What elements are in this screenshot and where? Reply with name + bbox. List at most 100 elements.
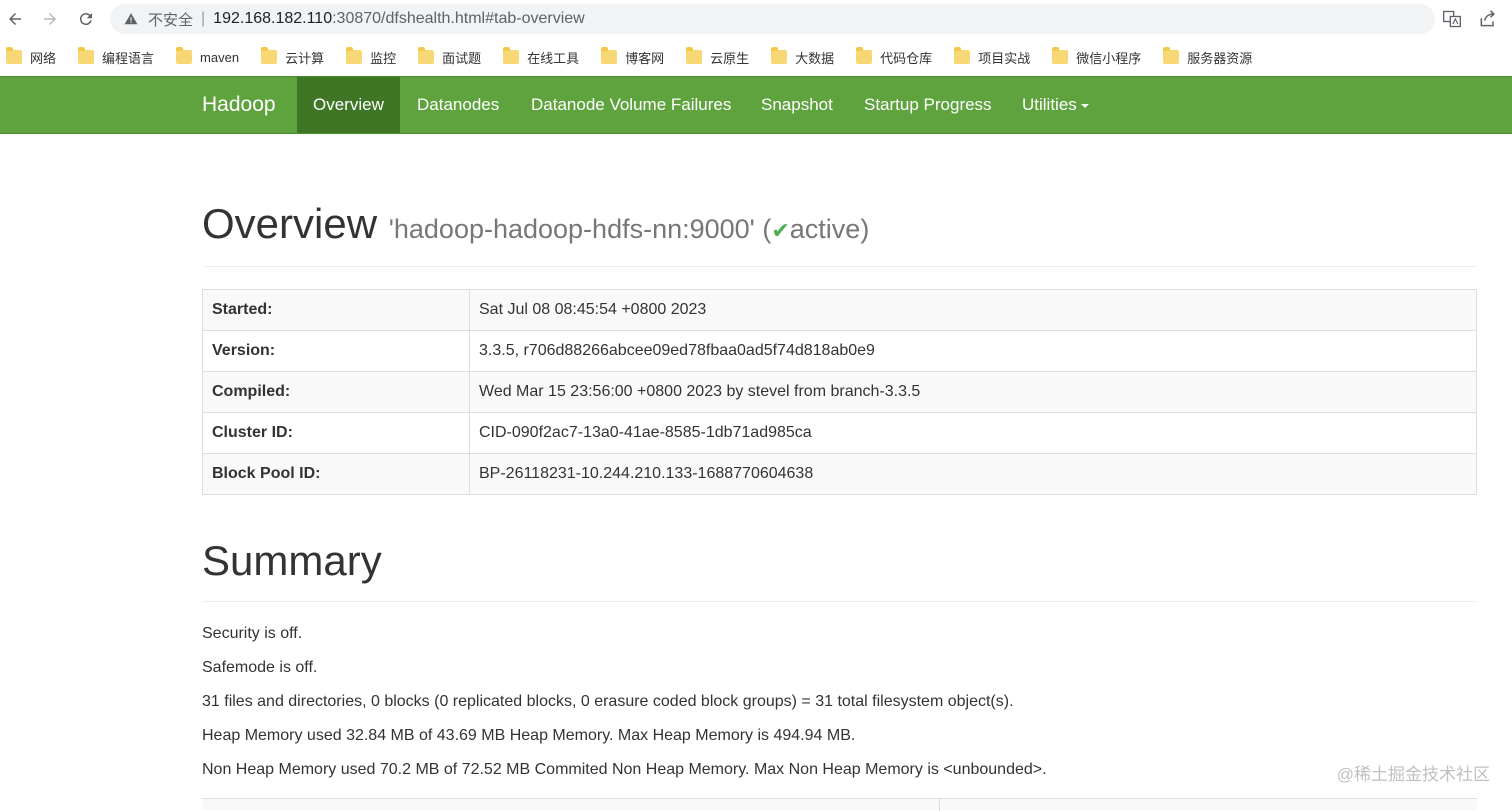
bookmark-folder[interactable]: 云计算	[261, 48, 324, 67]
bookmark-label: 服务器资源	[1187, 48, 1252, 67]
overview-table: Started:Sat Jul 08 08:45:54 +0800 2023 V…	[202, 289, 1477, 495]
table-row: Cluster ID:CID-090f2ac7-13a0-41ae-8585-1…	[203, 413, 1477, 454]
bookmark-label: 监控	[370, 48, 396, 67]
row-key: Compiled:	[203, 372, 470, 413]
table-row: Started:Sat Jul 08 08:45:54 +0800 2023	[203, 290, 1477, 331]
row-key: Block Pool ID:	[203, 454, 470, 495]
arrow-left-icon	[6, 10, 24, 28]
bookmark-folder[interactable]: 项目实战	[954, 48, 1030, 67]
bookmark-label: 云计算	[285, 48, 324, 67]
watermark: @稀土掘金技术社区	[1337, 760, 1490, 785]
bookmark-folder[interactable]: 博客网	[601, 48, 664, 67]
bookmark-folder[interactable]: 编程语言	[78, 48, 154, 67]
column-divider	[939, 799, 940, 811]
summary-line: 31 files and directories, 0 blocks (0 re…	[202, 692, 1477, 712]
summary-table-top	[202, 798, 1477, 810]
namenode-host: 'hadoop-hadoop-hdfs-nn:9000'	[389, 214, 755, 244]
row-key: Version:	[203, 331, 470, 372]
bookmark-label: 编程语言	[102, 48, 154, 67]
back-button[interactable]	[0, 4, 30, 34]
folder-icon	[176, 50, 192, 64]
bookmark-label: 代码仓库	[880, 48, 932, 67]
tab-startup-progress[interactable]: Startup Progress	[848, 77, 1008, 133]
table-row: Block Pool ID:BP-26118231-10.244.210.133…	[203, 454, 1477, 495]
folder-icon	[1163, 50, 1179, 64]
arrow-right-icon	[41, 10, 59, 28]
folder-icon	[78, 50, 94, 64]
reload-icon	[77, 10, 95, 28]
bookmark-folder[interactable]: 代码仓库	[856, 48, 932, 67]
folder-icon	[954, 50, 970, 64]
tab-overview[interactable]: Overview	[297, 77, 400, 133]
bookmark-folder[interactable]: 微信小程序	[1052, 48, 1141, 67]
brand-link[interactable]: Hadoop	[202, 93, 276, 117]
folder-icon	[601, 50, 617, 64]
share-icon[interactable]	[1478, 9, 1498, 29]
browser-toolbar: 不安全 | 192.168.182.110 :30870/dfshealth.h…	[0, 0, 1512, 38]
bookmark-folder[interactable]: 面试题	[418, 48, 481, 67]
folder-icon	[1052, 50, 1068, 64]
folder-icon	[771, 50, 787, 64]
folder-icon	[261, 50, 277, 64]
bookmark-label: 云原生	[710, 48, 749, 67]
namenode-subtitle: 'hadoop-hadoop-hdfs-nn:9000' (✔active)	[389, 214, 870, 244]
row-value: Wed Mar 15 23:56:00 +0800 2023 by stevel…	[470, 372, 1477, 413]
bookmark-label: 微信小程序	[1076, 48, 1141, 67]
tab-datanodes[interactable]: Datanodes	[401, 77, 515, 133]
bookmark-label: 面试题	[442, 48, 481, 67]
bookmark-label: 博客网	[625, 48, 664, 67]
utilities-label: Utilities	[1022, 95, 1077, 114]
address-bar[interactable]: 不安全 | 192.168.182.110 :30870/dfshealth.h…	[110, 4, 1435, 34]
folder-icon	[418, 50, 434, 64]
bookmark-folder[interactable]: 在线工具	[503, 48, 579, 67]
row-value: BP-26118231-10.244.210.133-1688770604638	[470, 454, 1477, 495]
namenode-state: active	[790, 214, 861, 244]
bookmark-label: 项目实战	[978, 48, 1030, 67]
reload-button[interactable]	[71, 4, 101, 34]
url-path: :30870/dfshealth.html#tab-overview	[332, 10, 585, 28]
bookmark-folder[interactable]: 网络	[6, 48, 56, 67]
bookmark-folder[interactable]: maven	[176, 50, 239, 65]
bookmark-folder[interactable]: 监控	[346, 48, 396, 67]
summary-line: Security is off.	[202, 624, 1477, 644]
tab-snapshot[interactable]: Snapshot	[745, 77, 849, 133]
insecure-label: 不安全	[148, 9, 193, 30]
bookmark-folder[interactable]: 大数据	[771, 48, 834, 67]
close-paren: )	[860, 214, 869, 244]
page-title-text: Overview	[202, 200, 377, 247]
translate-icon[interactable]	[1442, 9, 1462, 29]
bookmark-label: 网络	[30, 48, 56, 67]
bookmark-folder[interactable]: 云原生	[686, 48, 749, 67]
row-key: Cluster ID:	[203, 413, 470, 454]
folder-icon	[686, 50, 702, 64]
summary-line: Heap Memory used 32.84 MB of 43.69 MB He…	[202, 726, 1477, 746]
bookmark-label: 在线工具	[527, 48, 579, 67]
separator: |	[201, 10, 205, 28]
folder-icon	[6, 50, 22, 64]
summary-line: Non Heap Memory used 70.2 MB of 72.52 MB…	[202, 760, 1477, 780]
overview-header: Overview 'hadoop-hadoop-hdfs-nn:9000' (✔…	[202, 200, 1477, 267]
row-value: CID-090f2ac7-13a0-41ae-8585-1db71ad985ca	[470, 413, 1477, 454]
caret-down-icon	[1081, 104, 1089, 108]
table-row: Version:3.3.5, r706d88266abcee09ed78fbaa…	[203, 331, 1477, 372]
hadoop-navbar: Hadoop Overview Datanodes Datanode Volum…	[0, 76, 1512, 134]
url-host: 192.168.182.110	[213, 10, 332, 28]
bookmark-label: 大数据	[795, 48, 834, 67]
bookmark-folder[interactable]: 服务器资源	[1163, 48, 1252, 67]
check-icon: ✔	[771, 218, 789, 243]
warning-icon	[124, 12, 138, 26]
open-paren: (	[762, 214, 771, 244]
folder-icon	[346, 50, 362, 64]
utilities-dropdown[interactable]: Utilities	[1006, 77, 1105, 133]
folder-icon	[856, 50, 872, 64]
main-content: Overview 'hadoop-hadoop-hdfs-nn:9000' (✔…	[202, 134, 1477, 780]
table-row: Compiled:Wed Mar 15 23:56:00 +0800 2023 …	[203, 372, 1477, 413]
summary-title: Summary	[202, 537, 1477, 602]
folder-icon	[503, 50, 519, 64]
tab-datanode-volume-failures[interactable]: Datanode Volume Failures	[515, 77, 747, 133]
summary-line: Safemode is off.	[202, 658, 1477, 678]
forward-button[interactable]	[35, 4, 65, 34]
bookmark-label: maven	[200, 50, 239, 65]
page-title: Overview 'hadoop-hadoop-hdfs-nn:9000' (✔…	[202, 200, 869, 247]
row-value: 3.3.5, r706d88266abcee09ed78fbaa0ad5f74d…	[470, 331, 1477, 372]
